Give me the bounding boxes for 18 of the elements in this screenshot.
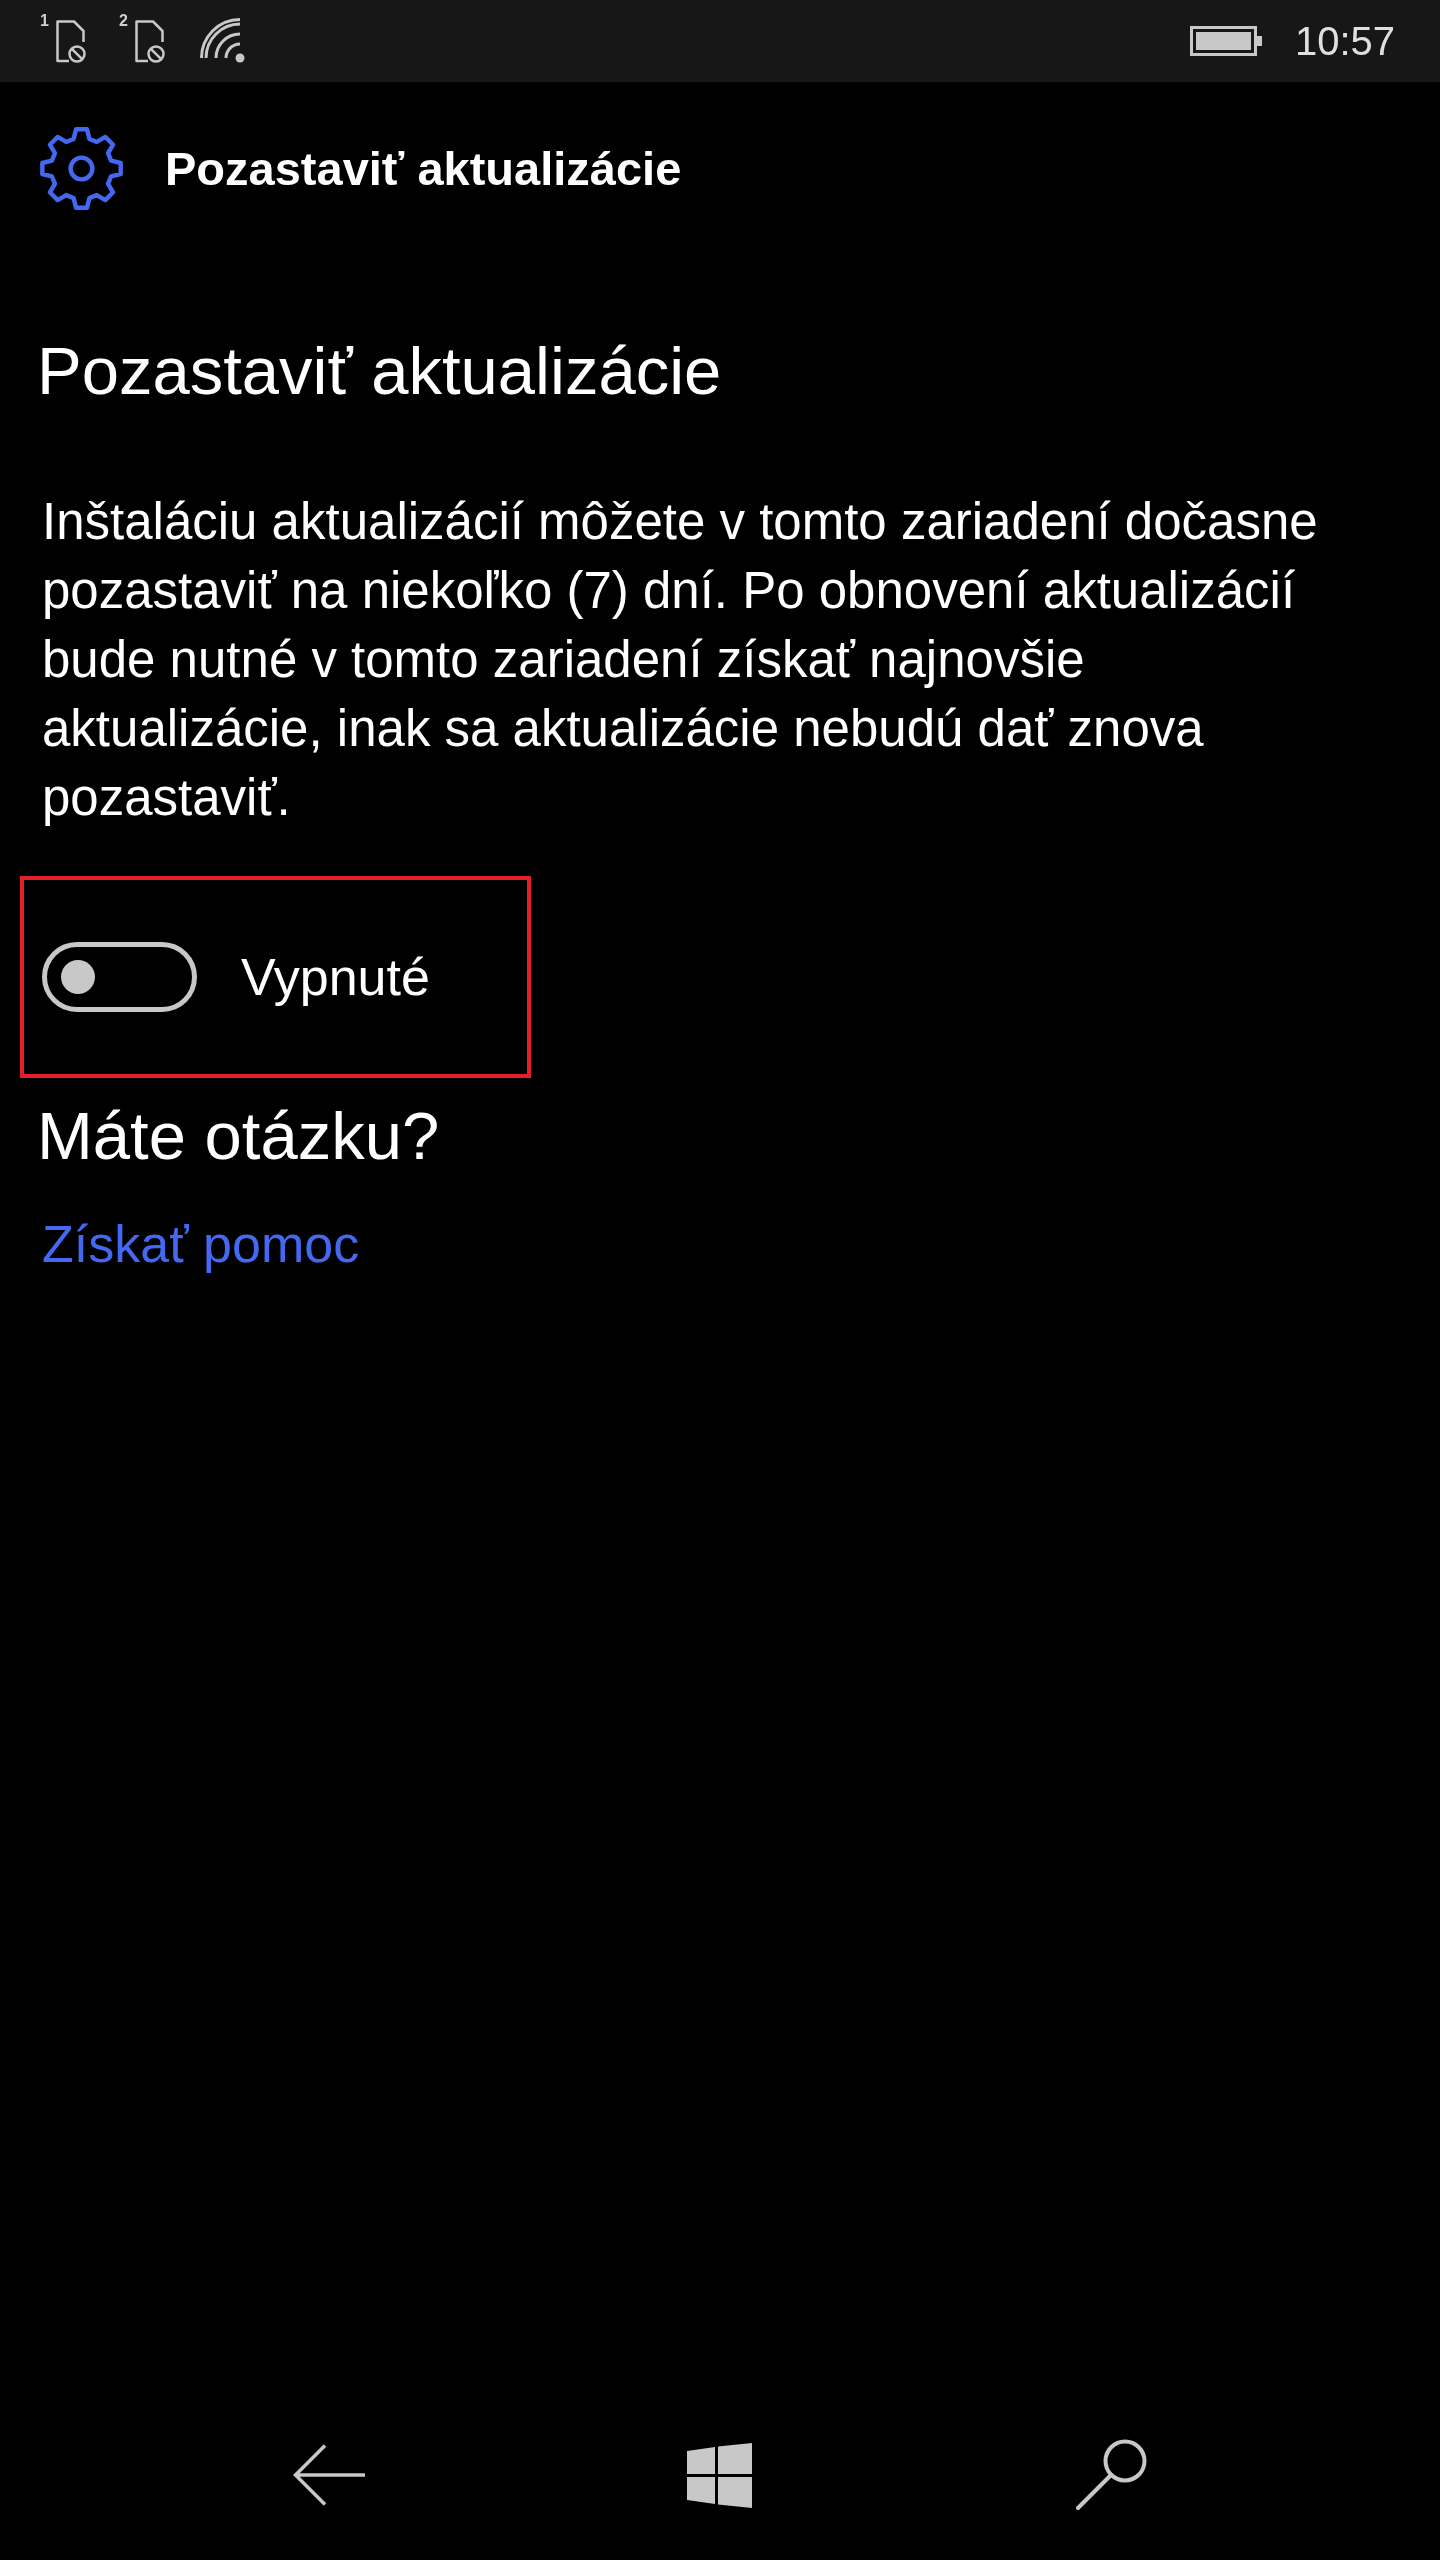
- back-arrow-icon[interactable]: [292, 2443, 365, 2507]
- sim-card-icon: [54, 19, 86, 63]
- battery-icon: [1189, 26, 1262, 56]
- sim-slot-number: 2: [118, 13, 128, 29]
- section-heading: Máte otázku?: [37, 1097, 440, 1175]
- sim-slot-number: 1: [40, 13, 49, 29]
- wifi-icon: [199, 18, 246, 64]
- window-panes-icon[interactable]: [687, 2442, 753, 2508]
- toggle-switch[interactable]: [42, 942, 197, 1012]
- help-link[interactable]: Získať pomoc: [42, 1213, 360, 1275]
- toggle-label: Vypnuté: [241, 947, 430, 1008]
- search-icon[interactable]: [1075, 2439, 1148, 2511]
- sim-card-icon: [133, 19, 165, 63]
- page-header-title: Pozastaviť aktualizácie: [165, 140, 682, 197]
- settings-icon: [38, 125, 125, 212]
- clock-time: 10:57: [1294, 21, 1395, 61]
- description-text: Inštaláciu aktualizácií môžete v tomto zariadení dočasne pozastaviť na niekoľko (7) dní. Po obnovení aktualizácií bude nutné v tomto zariadení získať najnovšie aktualizácie, inak sa aktualizácie nebudú dať znova pozastaviť.: [42, 492, 1319, 828]
- page-heading: Pozastaviť aktualizácie: [37, 332, 722, 410]
